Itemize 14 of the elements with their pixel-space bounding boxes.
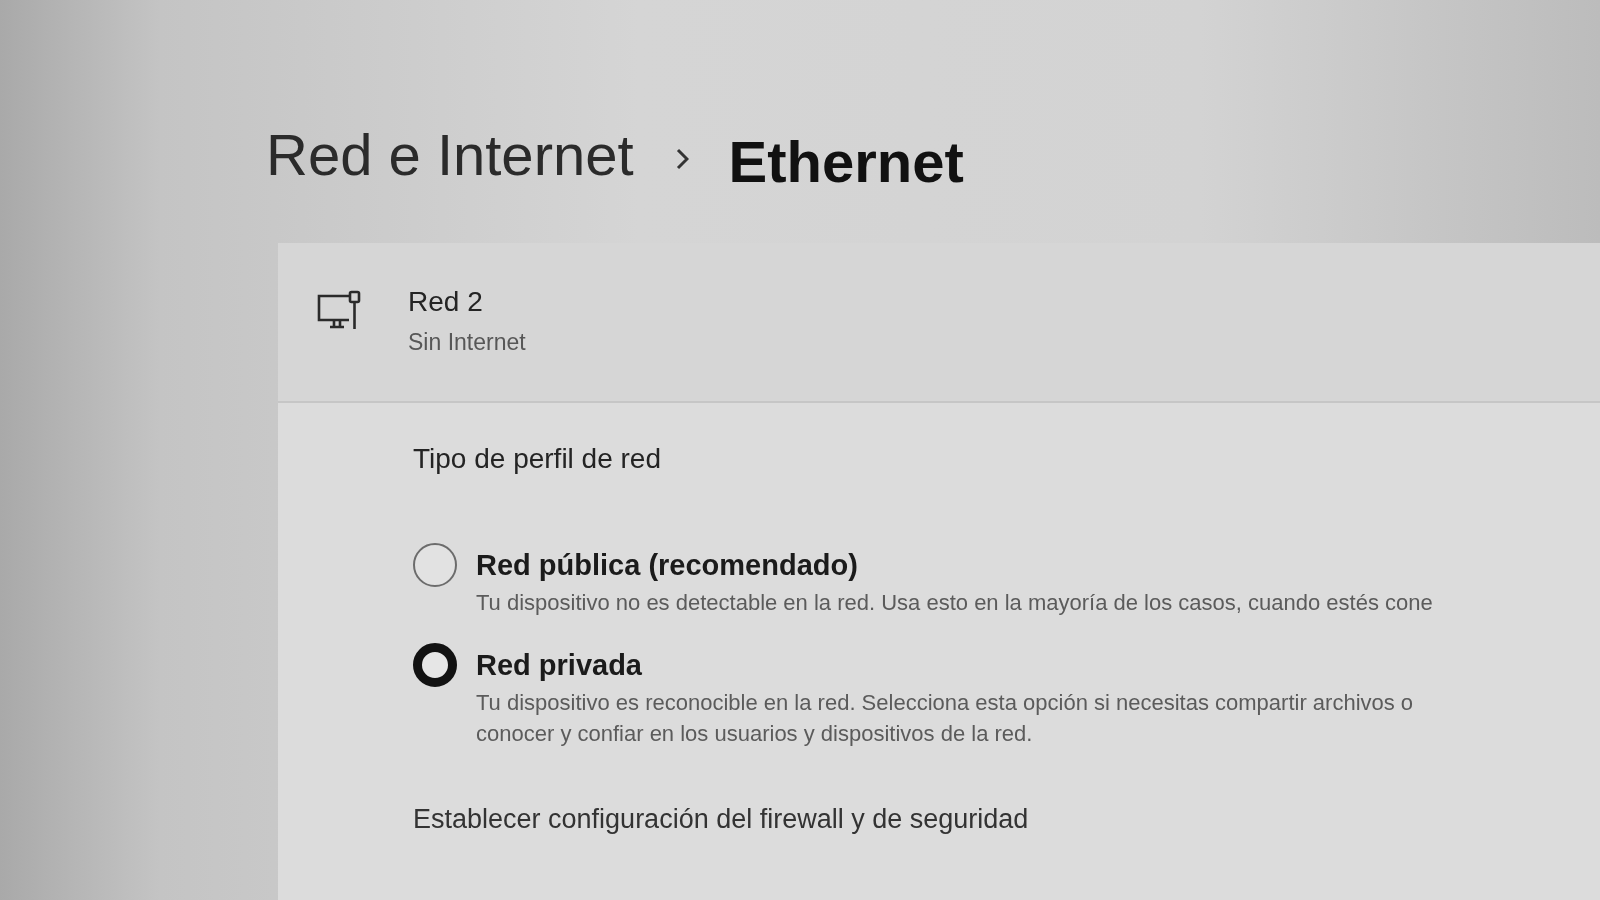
option-description: Tu dispositivo es reconocible en la red. Selecciona esta opción si necesitas compartir archivos o [476, 689, 1415, 717]
radio-button[interactable] [413, 643, 457, 687]
connection-status: Sin Internet [408, 328, 526, 357]
breadcrumb-link[interactable]: Red e Internet [266, 117, 634, 193]
radio-button[interactable] [413, 543, 457, 587]
section-title: Tipo de perfil de red [413, 442, 662, 476]
option-description: Tu dispositivo no es detectable en la red. Usa esto en la mayoría de los casos, cuando estés cone [476, 589, 1434, 617]
firewall-settings-link[interactable]: Establecer configuración del firewall y de seguridad [413, 801, 1029, 837]
chevron-icon [675, 148, 689, 170]
radio-label[interactable]: Red privada [476, 649, 642, 681]
option-description: conocer y confiar en los usuarios y dispositivos de la red. [476, 720, 1034, 748]
page-title: Ethernet [728, 128, 964, 196]
network-name: Red 2 [408, 285, 484, 319]
radio-label[interactable]: Red pública (recomendado) [476, 549, 858, 581]
